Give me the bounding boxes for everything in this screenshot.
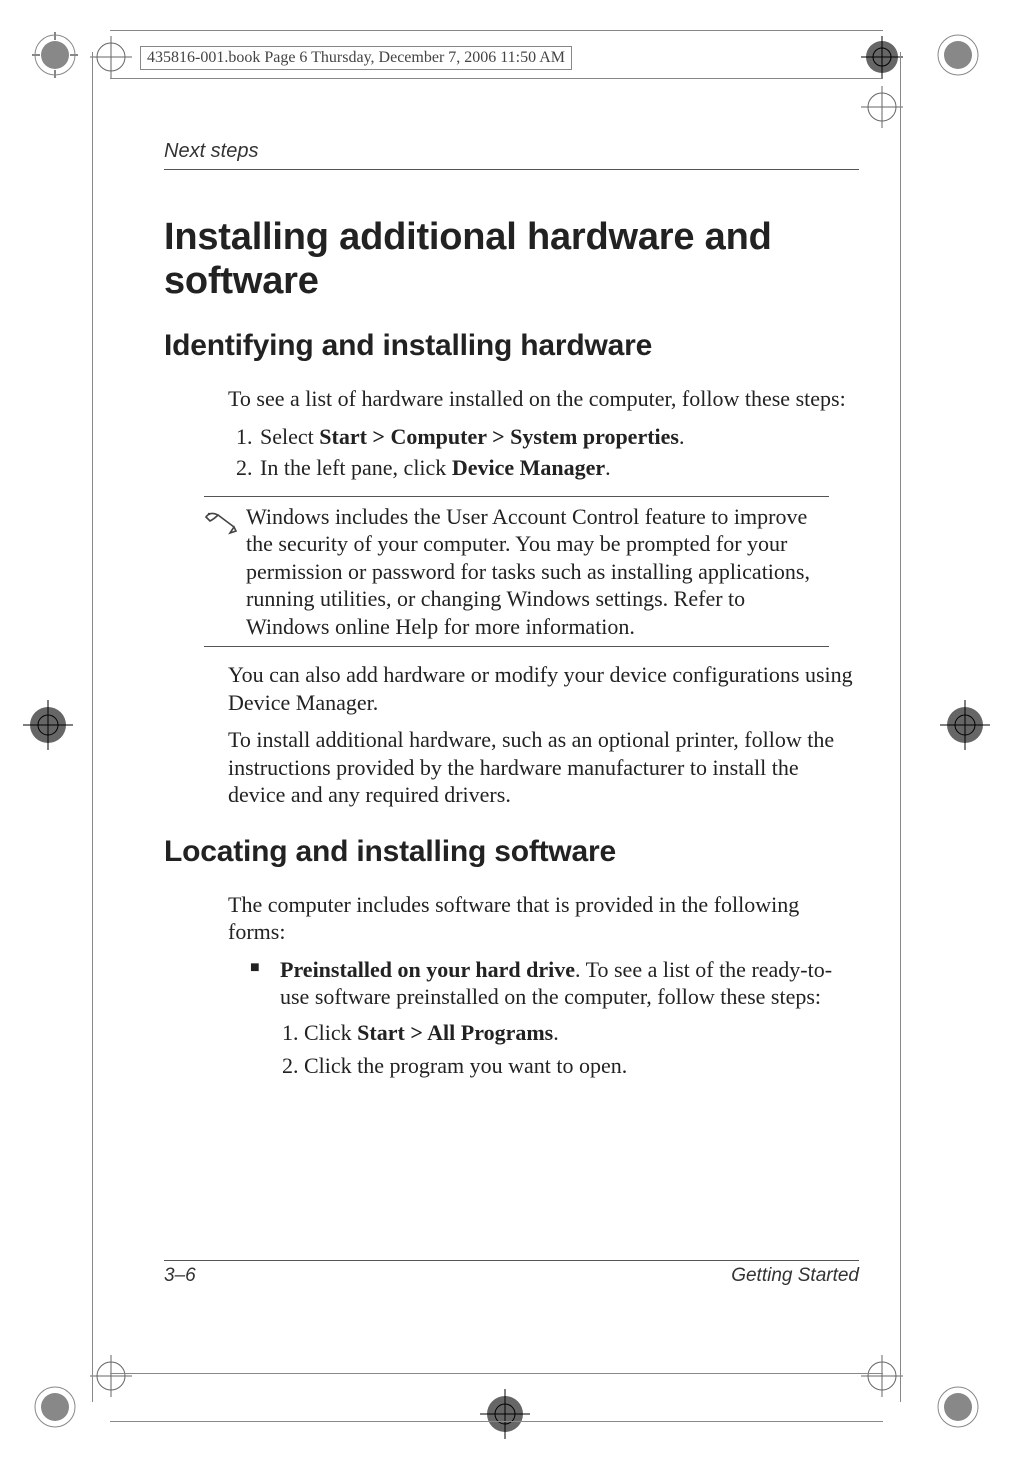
body-block: To see a list of hardware installed on t… <box>228 385 859 482</box>
list-item: In the left pane, click Device Manager. <box>258 454 859 482</box>
crosshair-icon <box>90 1355 132 1402</box>
crosshair-icon <box>90 36 132 83</box>
body-block: You can also add hardware or modify your… <box>228 661 859 809</box>
note-block: Windows includes the User Account Contro… <box>204 496 859 648</box>
note-rule <box>204 646 829 647</box>
crosshair-icon <box>861 1355 903 1402</box>
registration-mark-icon <box>30 30 80 80</box>
note-icon <box>204 505 238 540</box>
bullet-list: Preinstalled on your hard drive. To see … <box>228 956 859 1080</box>
document-page: 435816-001.book Page 6 Thursday, Decembe… <box>0 0 1013 1462</box>
list-item: Click Start > All Programs. <box>304 1019 859 1047</box>
numbered-list: Select Start > Computer > System propert… <box>228 423 859 482</box>
step-bold: Device Manager <box>452 455 605 480</box>
body-block: The computer includes software that is p… <box>228 891 859 1080</box>
paragraph: To see a list of hardware installed on t… <box>228 385 859 413</box>
crosshair-icon <box>861 86 903 133</box>
list-item: Click the program you want to open. <box>304 1052 859 1080</box>
crosshair-icon <box>23 700 73 755</box>
crop-line <box>110 30 883 31</box>
crop-line <box>110 78 883 79</box>
page-footer: 3–6 Getting Started <box>164 1260 859 1287</box>
paragraph: The computer includes software that is p… <box>228 891 859 946</box>
crosshair-icon <box>861 36 903 83</box>
paragraph: To install additional hardware, such as … <box>228 726 859 809</box>
registration-mark-icon <box>30 1382 80 1432</box>
paragraph: You can also add hardware or modify your… <box>228 661 859 716</box>
bullet-bold: Preinstalled on your hard drive <box>280 957 575 982</box>
crosshair-icon <box>480 1389 530 1444</box>
step-text: Select <box>260 424 319 449</box>
note-text: Windows includes the User Account Contro… <box>246 503 829 641</box>
heading-2-locate: Locating and installing software <box>164 835 859 869</box>
crop-line <box>110 1373 883 1374</box>
step-bold: Start > All Programs <box>357 1020 553 1045</box>
numbered-list: Click Start > All Programs. Click the pr… <box>280 1019 859 1080</box>
step-text: Click <box>304 1020 357 1045</box>
crop-line <box>900 52 901 1402</box>
crop-line <box>92 52 93 1402</box>
step-text: . <box>605 455 611 480</box>
list-item: Preinstalled on your hard drive. To see … <box>250 956 859 1080</box>
registration-mark-icon <box>933 30 983 80</box>
heading-2-identify: Identifying and installing hardware <box>164 329 859 363</box>
crop-line <box>110 1421 883 1422</box>
footer-rule <box>164 1260 859 1261</box>
footer-title: Getting Started <box>731 1265 859 1287</box>
page-content: Next steps Installing additional hardwar… <box>164 140 859 1088</box>
step-bold: Start > Computer > System properties <box>319 424 679 449</box>
list-item: Select Start > Computer > System propert… <box>258 423 859 451</box>
registration-mark-icon <box>933 1382 983 1432</box>
step-text: In the left pane, click <box>260 455 452 480</box>
page-number: 3–6 <box>164 1265 196 1287</box>
running-header: Next steps <box>164 140 859 163</box>
header-rule <box>164 169 859 170</box>
crosshair-icon <box>940 700 990 755</box>
step-text: . <box>679 424 685 449</box>
heading-1: Installing additional hardware and softw… <box>164 216 859 303</box>
step-text: . <box>553 1020 559 1045</box>
crop-header: 435816-001.book Page 6 Thursday, Decembe… <box>140 46 572 70</box>
